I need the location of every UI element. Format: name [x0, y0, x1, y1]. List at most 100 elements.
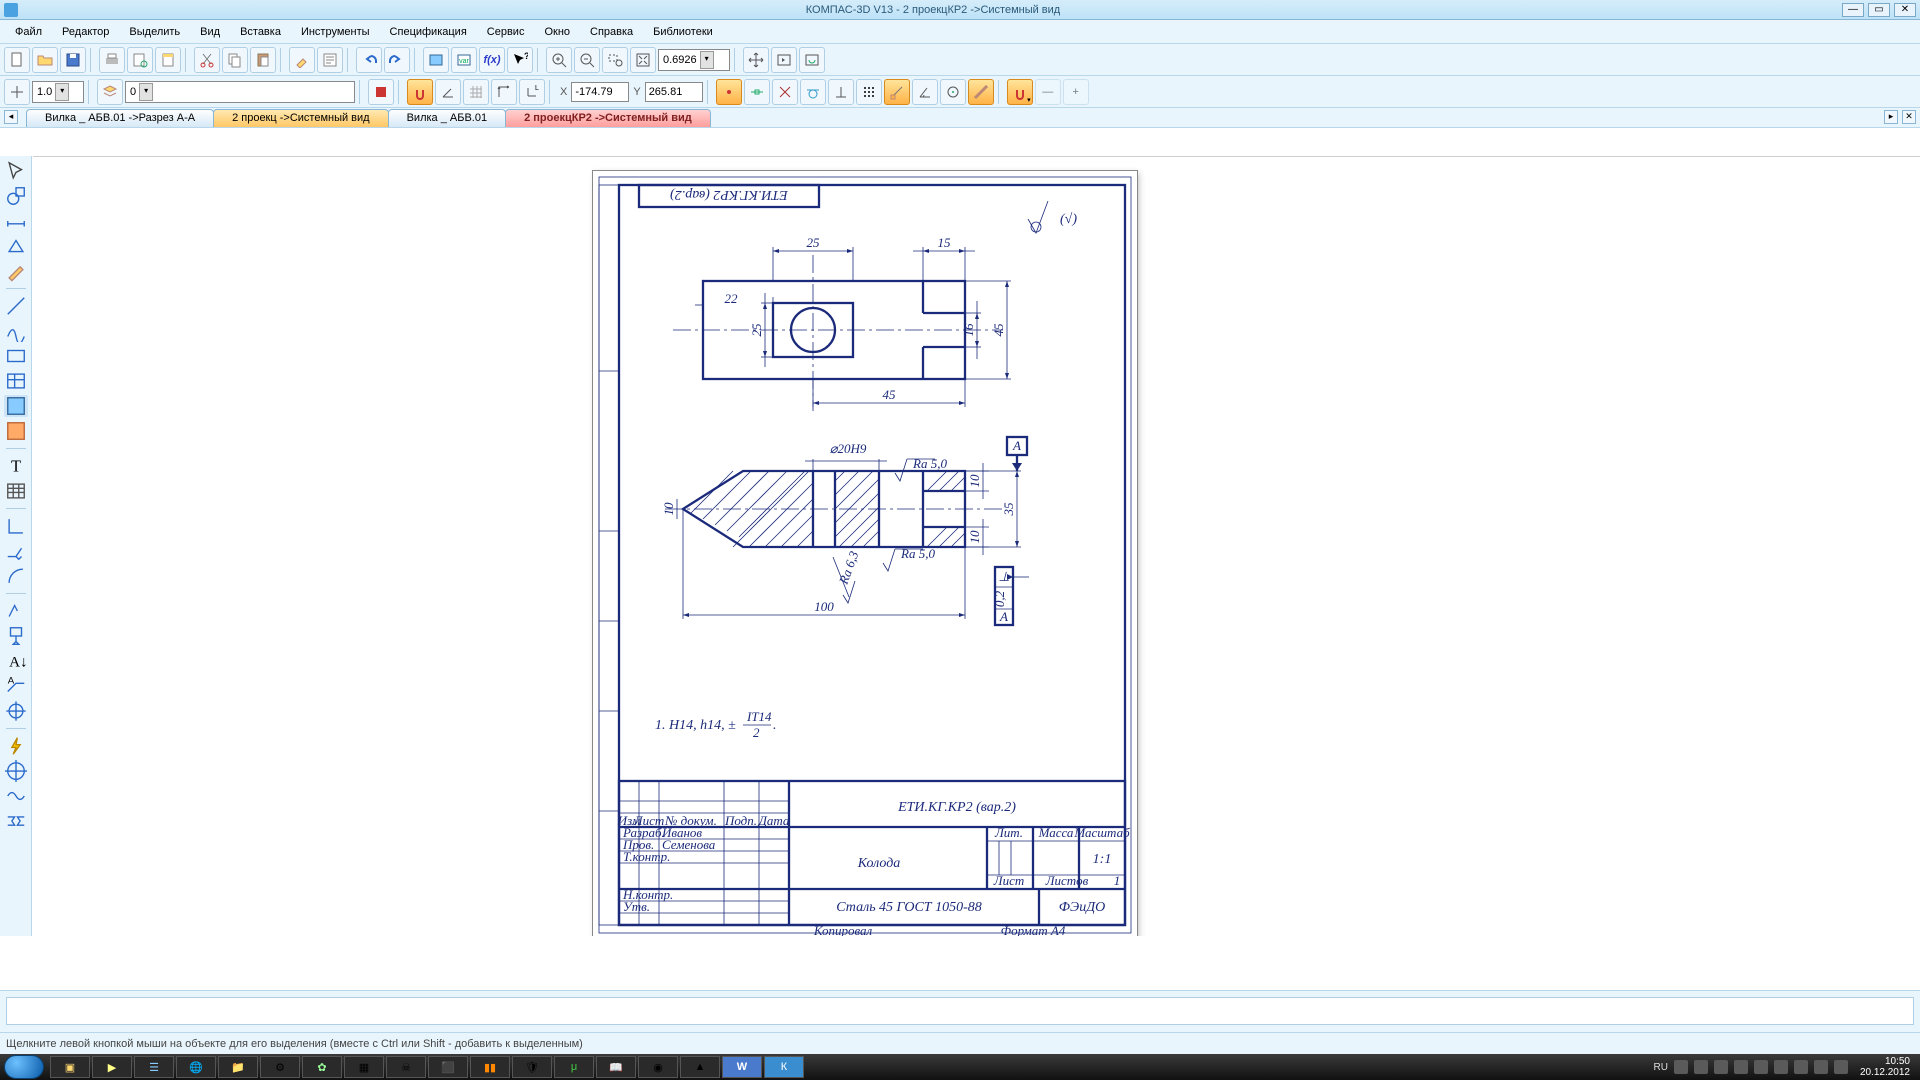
snap-config-button[interactable]: ▾ [1007, 79, 1033, 105]
target-tool-icon[interactable] [4, 760, 28, 782]
base-line-tool-icon[interactable] [4, 515, 28, 537]
fx-button[interactable]: f(x) [479, 47, 505, 73]
stop-button[interactable] [368, 79, 394, 105]
property-panel-content[interactable] [6, 997, 1914, 1025]
snap-add-button[interactable]: + [1063, 79, 1089, 105]
fill-tool-icon[interactable] [4, 420, 28, 442]
taskbar-item-app2[interactable]: ✿ [302, 1056, 342, 1078]
snap-tangent-button[interactable] [800, 79, 826, 105]
table-tool-icon[interactable] [4, 370, 28, 392]
menu-edit[interactable]: Редактор [53, 22, 118, 42]
taskbar-item-notes[interactable]: ☰ [134, 1056, 174, 1078]
new-button[interactable] [4, 47, 30, 73]
center-mark-tool-icon[interactable] [4, 700, 28, 722]
snap-midpoint-button[interactable] [744, 79, 770, 105]
zoom-out-button[interactable] [574, 47, 600, 73]
datum-tool-icon[interactable] [4, 625, 28, 647]
snap-grid-button[interactable] [856, 79, 882, 105]
arc-dim-tool-icon[interactable] [4, 565, 28, 587]
paste-button[interactable] [250, 47, 276, 73]
minimize-button[interactable]: ― [1842, 3, 1864, 17]
surface-finish-tool-icon[interactable] [4, 600, 28, 622]
table2-tool-icon[interactable] [4, 480, 28, 502]
maximize-button[interactable]: ▭ [1868, 3, 1890, 17]
taskbar-item-book[interactable]: 📖 [596, 1056, 636, 1078]
tray-icon[interactable] [1814, 1060, 1828, 1074]
tray-volume-icon[interactable] [1834, 1060, 1848, 1074]
zoom-extents-button[interactable] [630, 47, 656, 73]
close-button[interactable]: ✕ [1894, 3, 1916, 17]
menu-window[interactable]: Окно [535, 22, 579, 42]
break-tool-icon[interactable] [4, 810, 28, 832]
print-preview-button[interactable] [127, 47, 153, 73]
text-tool-icon[interactable]: T [4, 455, 28, 477]
geometry-tool-icon[interactable] [4, 185, 28, 207]
copy-button[interactable] [222, 47, 248, 73]
snap-intersection-button[interactable] [772, 79, 798, 105]
format-painter-button[interactable] [289, 47, 315, 73]
snap-toggle-button[interactable] [407, 79, 433, 105]
pan-button[interactable] [743, 47, 769, 73]
taskbar-item-explorer[interactable]: ▣ [50, 1056, 90, 1078]
tab-2[interactable]: Вилка _ АБВ.01 [388, 109, 507, 127]
taskbar-item-folder[interactable]: 📁 [218, 1056, 258, 1078]
taskbar-item-kompas[interactable]: К [764, 1056, 804, 1078]
taskbar-item-media[interactable]: ▶ [92, 1056, 132, 1078]
snap-center-button[interactable] [940, 79, 966, 105]
ortho-button[interactable] [491, 79, 517, 105]
hatch-tool-icon[interactable] [4, 395, 28, 417]
zoom-window-button[interactable] [602, 47, 628, 73]
refresh-button[interactable] [799, 47, 825, 73]
tab-0[interactable]: Вилка _ АБВ.01 ->Разрез A-A [26, 109, 214, 127]
open-button[interactable] [32, 47, 58, 73]
x-coord-field[interactable] [571, 82, 629, 102]
line-width-combo[interactable]: 1.0▾ [32, 81, 84, 103]
taskbar-item-daemon[interactable]: ▲ [680, 1056, 720, 1078]
taskbar-item-word[interactable]: W [722, 1056, 762, 1078]
lightning-tool-icon[interactable] [4, 735, 28, 757]
weld-tool-icon[interactable] [4, 540, 28, 562]
taskbar-item-app3[interactable]: ▦ [344, 1056, 384, 1078]
snap-disable-button[interactable]: ― [1035, 79, 1061, 105]
tray-icon[interactable] [1734, 1060, 1748, 1074]
taskbar-item-torrent[interactable]: μ [554, 1056, 594, 1078]
tabs-scroll-left[interactable]: ◂ [4, 110, 18, 124]
local-cs-button[interactable]: L [519, 79, 545, 105]
save-button[interactable] [60, 47, 86, 73]
tray-icon[interactable] [1774, 1060, 1788, 1074]
start-button[interactable] [4, 1055, 44, 1079]
dimension-tool-icon[interactable] [4, 210, 28, 232]
menu-libs[interactable]: Библиотеки [644, 22, 722, 42]
taskbar-item-app5[interactable]: ⬛ [428, 1056, 468, 1078]
taskbar-item-globe[interactable]: 🌐 [176, 1056, 216, 1078]
layer-combo[interactable]: 0▾ [125, 81, 355, 103]
snap-normal-button[interactable] [828, 79, 854, 105]
grid-button[interactable] [463, 79, 489, 105]
tolerance-tool-icon[interactable]: A↓ [4, 650, 28, 672]
tab-1[interactable]: 2 проекц ->Системный вид [213, 109, 389, 127]
zoom-in-button[interactable] [546, 47, 572, 73]
tab-3[interactable]: 2 проекцКР2 ->Системный вид [505, 109, 711, 127]
menu-spec[interactable]: Спецификация [381, 22, 476, 42]
cut-button[interactable] [194, 47, 220, 73]
zoom-combo[interactable]: 0.6926▾ [658, 49, 730, 71]
variables-button[interactable]: var [451, 47, 477, 73]
leader-tool-icon[interactable]: A [4, 675, 28, 697]
rectangle-tool-icon[interactable] [4, 345, 28, 367]
page-setup-button[interactable] [155, 47, 181, 73]
tray-icon[interactable] [1794, 1060, 1808, 1074]
undo-button[interactable] [356, 47, 382, 73]
snap-endpoint-button[interactable] [884, 79, 910, 105]
tray-lang[interactable]: RU [1653, 1062, 1667, 1073]
layers-button[interactable] [97, 79, 123, 105]
tabs-scroll-right[interactable]: ▸ [1884, 110, 1898, 124]
drawing-canvas[interactable]: ЕТИ.КГ.КР2 (вар.2) (√) [33, 156, 1920, 936]
menu-insert[interactable]: Вставка [231, 22, 290, 42]
taskbar-item-chrome[interactable]: ◉ [638, 1056, 678, 1078]
library-manager-button[interactable] [423, 47, 449, 73]
redo-button[interactable] [384, 47, 410, 73]
notation-tool-icon[interactable] [4, 235, 28, 257]
selection-tool-icon[interactable] [4, 160, 28, 182]
snap-nearest-button[interactable] [716, 79, 742, 105]
taskbar-item-app7[interactable]: 🛡 [512, 1056, 552, 1078]
